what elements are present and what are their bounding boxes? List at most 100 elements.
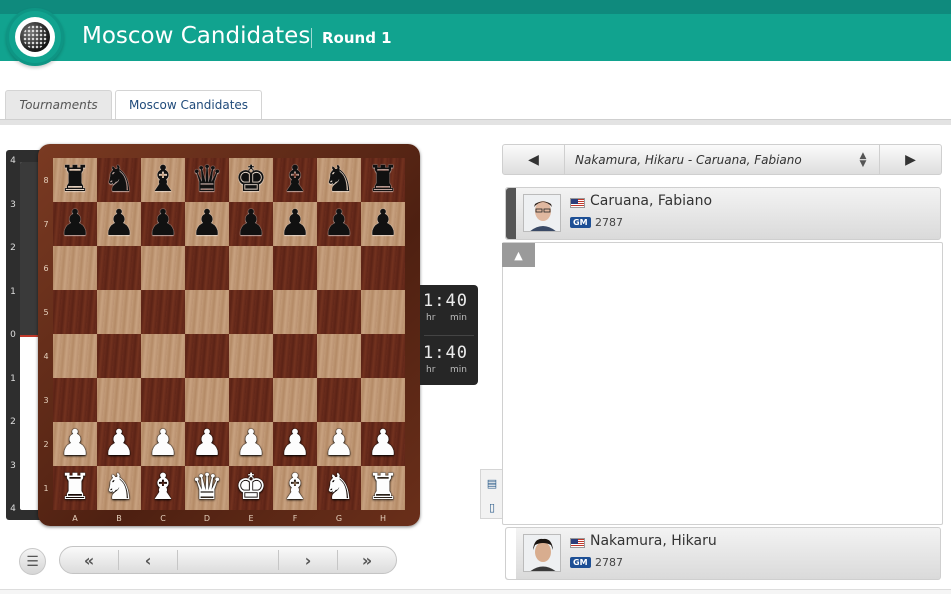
board-square-f1[interactable]: ♝ (273, 466, 317, 510)
moves-panel[interactable] (502, 242, 943, 525)
tab-moscow-candidates[interactable]: Moscow Candidates (115, 90, 262, 119)
board-square-f2[interactable]: ♟ (273, 422, 317, 466)
black-rook-icon[interactable]: ♜ (59, 158, 91, 202)
board-square-a5[interactable] (53, 290, 97, 334)
white-rook-icon[interactable]: ♜ (367, 466, 399, 510)
chess-board[interactable]: ♜ ♞ ♝ ♛ ♚ ♝ ♞ ♜ ♟ ♟ ♟ ♟ ♟ ♟ ♟ ♟ ♟ ♟ ♟ ♟ ♟ ♟ ♟ ♟ ♜ ♞ ♝ ♛ ♚ ♝ ♞ ♜ (53, 158, 405, 510)
previous-game-button[interactable]: ◀ (503, 145, 565, 174)
board-square-g1[interactable]: ♞ (317, 466, 361, 510)
site-logo[interactable] (6, 8, 64, 66)
board-square-h7[interactable]: ♟ (361, 202, 405, 246)
board-square-e5[interactable] (229, 290, 273, 334)
board-square-a1[interactable]: ♜ (53, 466, 97, 510)
board-square-b7[interactable]: ♟ (97, 202, 141, 246)
board-square-d7[interactable]: ♟ (185, 202, 229, 246)
black-king-icon[interactable]: ♚ (235, 158, 267, 202)
board-square-a6[interactable] (53, 246, 97, 290)
board-square-d5[interactable] (185, 290, 229, 334)
white-pawn-icon[interactable]: ♟ (59, 422, 91, 466)
board-square-e6[interactable] (229, 246, 273, 290)
white-pawn-icon[interactable]: ♟ (323, 422, 355, 466)
board-square-f5[interactable] (273, 290, 317, 334)
board-square-c5[interactable] (141, 290, 185, 334)
black-pawn-icon[interactable]: ♟ (147, 202, 179, 246)
board-square-d8[interactable]: ♛ (185, 158, 229, 202)
black-pawn-icon[interactable]: ♟ (59, 202, 91, 246)
white-bishop-icon[interactable]: ♝ (147, 466, 179, 510)
game-selector-label[interactable]: Nakamura, Hikaru - Caruana, Fabiano (566, 145, 849, 174)
board-square-c8[interactable]: ♝ (141, 158, 185, 202)
black-pawn-icon[interactable]: ♟ (235, 202, 267, 246)
board-square-c7[interactable]: ♟ (141, 202, 185, 246)
white-pawn-icon[interactable]: ♟ (235, 422, 267, 466)
white-pawn-icon[interactable]: ♟ (103, 422, 135, 466)
board-square-c2[interactable]: ♟ (141, 422, 185, 466)
player-card-black[interactable]: Caruana, Fabiano GM 2787 (505, 187, 941, 240)
black-pawn-icon[interactable]: ♟ (103, 202, 135, 246)
board-square-d3[interactable] (185, 378, 229, 422)
black-bishop-icon[interactable]: ♝ (279, 158, 311, 202)
board-square-d2[interactable]: ♟ (185, 422, 229, 466)
board-square-a3[interactable] (53, 378, 97, 422)
black-queen-icon[interactable]: ♛ (191, 158, 223, 202)
board-square-c1[interactable]: ♝ (141, 466, 185, 510)
chat-bubbles-icon[interactable]: ▯ (484, 499, 500, 515)
board-square-g6[interactable] (317, 246, 361, 290)
board-square-f7[interactable]: ♟ (273, 202, 317, 246)
event-title[interactable]: Moscow Candidates (82, 23, 310, 49)
board-square-a2[interactable]: ♟ (53, 422, 97, 466)
next-move-button[interactable]: › (279, 547, 337, 573)
board-square-f8[interactable]: ♝ (273, 158, 317, 202)
next-game-button[interactable]: ▶ (879, 145, 941, 174)
board-square-b2[interactable]: ♟ (97, 422, 141, 466)
board-square-g2[interactable]: ♟ (317, 422, 361, 466)
white-rook-icon[interactable]: ♜ (59, 466, 91, 510)
white-pawn-icon[interactable]: ♟ (367, 422, 399, 466)
sort-updown-icon[interactable]: ▲ ▼ (855, 151, 871, 169)
board-square-g8[interactable]: ♞ (317, 158, 361, 202)
board-square-b5[interactable] (97, 290, 141, 334)
board-square-a7[interactable]: ♟ (53, 202, 97, 246)
board-square-h8[interactable]: ♜ (361, 158, 405, 202)
board-square-f4[interactable] (273, 334, 317, 378)
white-queen-icon[interactable]: ♛ (191, 466, 223, 510)
notation-list-icon[interactable]: ▤ (484, 475, 500, 491)
board-square-c6[interactable] (141, 246, 185, 290)
board-square-g5[interactable] (317, 290, 361, 334)
black-pawn-icon[interactable]: ♟ (191, 202, 223, 246)
black-knight-icon[interactable]: ♞ (323, 158, 355, 202)
board-square-f6[interactable] (273, 246, 317, 290)
board-square-h1[interactable]: ♜ (361, 466, 405, 510)
previous-move-button[interactable]: ‹ (119, 547, 177, 573)
white-king-icon[interactable]: ♚ (235, 466, 267, 510)
board-square-e1[interactable]: ♚ (229, 466, 273, 510)
board-square-f3[interactable] (273, 378, 317, 422)
board-square-a4[interactable] (53, 334, 97, 378)
board-square-h6[interactable] (361, 246, 405, 290)
board-square-h2[interactable]: ♟ (361, 422, 405, 466)
black-bishop-icon[interactable]: ♝ (147, 158, 179, 202)
first-move-button[interactable]: « (60, 547, 118, 573)
black-pawn-icon[interactable]: ♟ (323, 202, 355, 246)
white-pawn-icon[interactable]: ♟ (147, 422, 179, 466)
board-square-b4[interactable] (97, 334, 141, 378)
black-pawn-icon[interactable]: ♟ (279, 202, 311, 246)
board-square-h4[interactable] (361, 334, 405, 378)
board-square-g7[interactable]: ♟ (317, 202, 361, 246)
board-square-b3[interactable] (97, 378, 141, 422)
black-rook-icon[interactable]: ♜ (367, 158, 399, 202)
board-square-c3[interactable] (141, 378, 185, 422)
board-square-e2[interactable]: ♟ (229, 422, 273, 466)
board-square-g3[interactable] (317, 378, 361, 422)
board-menu-button[interactable]: ☰ (19, 548, 46, 575)
board-square-d6[interactable] (185, 246, 229, 290)
board-square-d1[interactable]: ♛ (185, 466, 229, 510)
black-pawn-icon[interactable]: ♟ (367, 202, 399, 246)
board-square-g4[interactable] (317, 334, 361, 378)
board-square-b1[interactable]: ♞ (97, 466, 141, 510)
white-pawn-icon[interactable]: ♟ (279, 422, 311, 466)
board-square-a8[interactable]: ♜ (53, 158, 97, 202)
white-knight-icon[interactable]: ♞ (323, 466, 355, 510)
white-knight-icon[interactable]: ♞ (103, 466, 135, 510)
board-square-d4[interactable] (185, 334, 229, 378)
